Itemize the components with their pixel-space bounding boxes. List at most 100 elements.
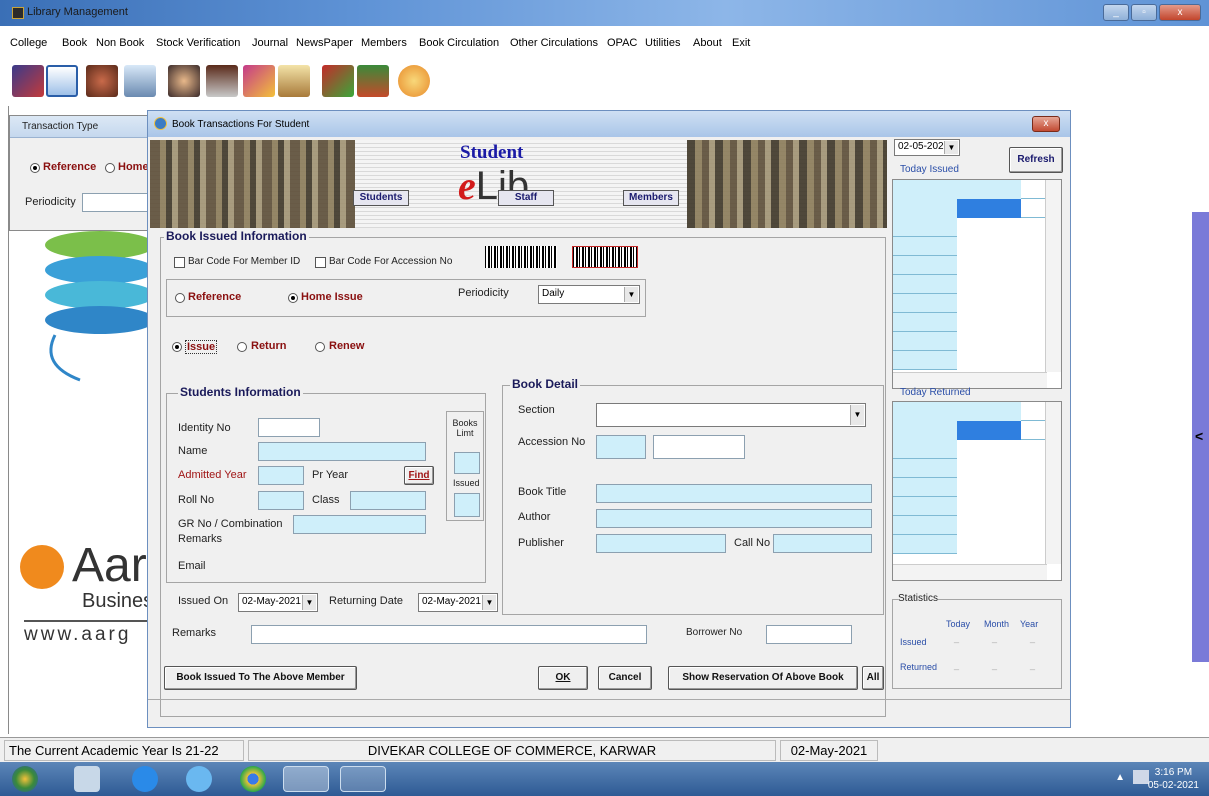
renew-radio[interactable] xyxy=(315,342,325,352)
home-issue-label: Home Issue xyxy=(301,291,363,303)
returned-grid-vscroll[interactable] xyxy=(1045,402,1061,564)
barcode-icon[interactable] xyxy=(485,246,557,268)
issued-grid-vscroll[interactable] xyxy=(1045,180,1061,372)
name-input[interactable] xyxy=(258,442,426,461)
menu-newspaper[interactable]: NewsPaper xyxy=(296,37,353,49)
start-button-icon[interactable] xyxy=(12,766,38,792)
menu-stock-verification[interactable]: Stock Verification xyxy=(156,37,240,49)
sms-icon[interactable] xyxy=(398,65,430,97)
tray-expand-icon[interactable]: ▲ xyxy=(1115,772,1125,783)
menu-members[interactable]: Members xyxy=(361,37,407,49)
menu-utilities[interactable]: Utilities xyxy=(645,37,680,49)
admitted-year-input[interactable] xyxy=(258,466,304,485)
issue-radio[interactable] xyxy=(172,342,182,352)
ie-browser-icon[interactable] xyxy=(186,766,212,792)
word-taskbar-icon[interactable] xyxy=(340,766,386,792)
menu-exit[interactable]: Exit xyxy=(732,37,750,49)
journal-icon[interactable] xyxy=(243,65,275,97)
transaction-date-picker[interactable]: 02-05-2021 ▼ xyxy=(894,139,960,156)
chevron-down-icon[interactable]: ▼ xyxy=(624,287,638,302)
close-button[interactable]: x xyxy=(1159,4,1201,21)
issued-grid-hscroll[interactable] xyxy=(893,372,1047,388)
barcode-disabled-icon[interactable] xyxy=(572,246,638,268)
returned-grid-hscroll[interactable] xyxy=(893,564,1047,580)
home-issue-radio[interactable] xyxy=(288,293,298,303)
chevron-down-icon[interactable]: ▼ xyxy=(944,141,958,154)
author-input[interactable] xyxy=(596,509,872,528)
newspaper-icon[interactable] xyxy=(278,65,310,97)
returning-date-datepicker[interactable]: 02-May-2021 ▼ xyxy=(418,593,498,612)
cancel-button[interactable]: Cancel xyxy=(598,666,652,690)
calculator-icon[interactable] xyxy=(74,766,100,792)
books-limit-label: Books Limt xyxy=(452,418,478,438)
today-returned-grid[interactable] xyxy=(892,401,1062,581)
member-icon[interactable] xyxy=(168,65,200,97)
search-computer-icon[interactable] xyxy=(124,65,156,97)
tab-students[interactable]: Students xyxy=(353,190,409,206)
menu-other-circulations[interactable]: Other Circulations xyxy=(510,37,598,49)
section-select[interactable]: ▼ xyxy=(596,403,866,427)
class-input[interactable] xyxy=(350,491,426,510)
tools-icon[interactable] xyxy=(322,65,354,97)
borrower-no-input[interactable] xyxy=(766,625,852,644)
chevron-left-icon[interactable]: < xyxy=(1195,428,1203,444)
periodicity-value: Daily xyxy=(542,288,565,299)
periodicity-select[interactable]: Daily ▼ xyxy=(538,285,640,304)
today-issued-grid[interactable] xyxy=(892,179,1062,389)
person-icon[interactable] xyxy=(86,65,118,97)
library-app-taskbar-icon[interactable] xyxy=(283,766,329,792)
identity-no-input[interactable] xyxy=(258,418,320,437)
menu-journal[interactable]: Journal xyxy=(252,37,288,49)
chevron-down-icon[interactable]: ▼ xyxy=(850,405,864,425)
minimize-button[interactable]: _ xyxy=(1103,4,1129,21)
return-radio[interactable] xyxy=(237,342,247,352)
find-button[interactable]: Find xyxy=(404,466,434,485)
chrome-icon[interactable] xyxy=(240,766,266,792)
accession-no-input[interactable] xyxy=(596,435,646,459)
dialog-divider xyxy=(148,699,1070,700)
remarks-input[interactable] xyxy=(251,625,647,644)
today-issued-label: Today Issued xyxy=(900,164,959,175)
all-button[interactable]: All xyxy=(862,666,884,690)
stat-returned-label: Returned xyxy=(900,662,938,672)
roll-no-label: Roll No xyxy=(178,494,215,506)
book-issued-to-member-button[interactable]: Book Issued To The Above Member xyxy=(164,666,357,690)
call-no-input[interactable] xyxy=(773,534,872,553)
menu-opac[interactable]: OPAC xyxy=(607,37,637,49)
bg-home-radio[interactable] xyxy=(105,163,115,173)
network-icon[interactable] xyxy=(1133,770,1149,784)
issued-on-datepicker[interactable]: 02-May-2021 ▼ xyxy=(238,593,318,612)
exit-door-icon[interactable] xyxy=(357,65,389,97)
show-reservation-button[interactable]: Show Reservation Of Above Book xyxy=(668,666,858,690)
dialog-close-button[interactable]: x xyxy=(1032,116,1060,132)
refresh-button[interactable]: Refresh xyxy=(1009,147,1063,173)
id-card-icon[interactable] xyxy=(206,65,238,97)
chevron-down-icon[interactable]: ▼ xyxy=(482,595,496,610)
name-label: Name xyxy=(178,445,208,457)
menu-book-circulation[interactable]: Book Circulation xyxy=(419,37,499,49)
ok-button[interactable]: OK xyxy=(538,666,588,690)
calendar-icon[interactable] xyxy=(46,65,78,97)
books-limit-input[interactable] xyxy=(454,452,480,474)
bg-reference-radio[interactable] xyxy=(30,163,40,173)
gr-no-input[interactable] xyxy=(293,515,426,534)
reference-radio[interactable] xyxy=(175,293,185,303)
menu-book[interactable]: Book xyxy=(62,37,87,49)
tab-members[interactable]: Members xyxy=(623,190,679,206)
issued-count-input[interactable] xyxy=(454,493,480,517)
books-icon[interactable] xyxy=(12,65,44,97)
tab-staff[interactable]: Staff xyxy=(498,190,554,206)
system-clock[interactable]: 3:16 PM 05-02-2021 xyxy=(1148,766,1199,792)
maximize-button[interactable]: ▫ xyxy=(1131,4,1157,21)
accession-no-extra-input[interactable] xyxy=(653,435,745,459)
menu-about[interactable]: About xyxy=(693,37,722,49)
roll-no-input[interactable] xyxy=(258,491,304,510)
barcode-member-checkbox[interactable] xyxy=(174,257,185,268)
menu-non-book[interactable]: Non Book xyxy=(96,37,144,49)
menu-college[interactable]: College xyxy=(10,37,47,49)
edge-browser-icon[interactable] xyxy=(132,766,158,792)
publisher-input[interactable] xyxy=(596,534,726,553)
barcode-accession-checkbox[interactable] xyxy=(315,257,326,268)
chevron-down-icon[interactable]: ▼ xyxy=(302,595,316,610)
book-title-input[interactable] xyxy=(596,484,872,503)
